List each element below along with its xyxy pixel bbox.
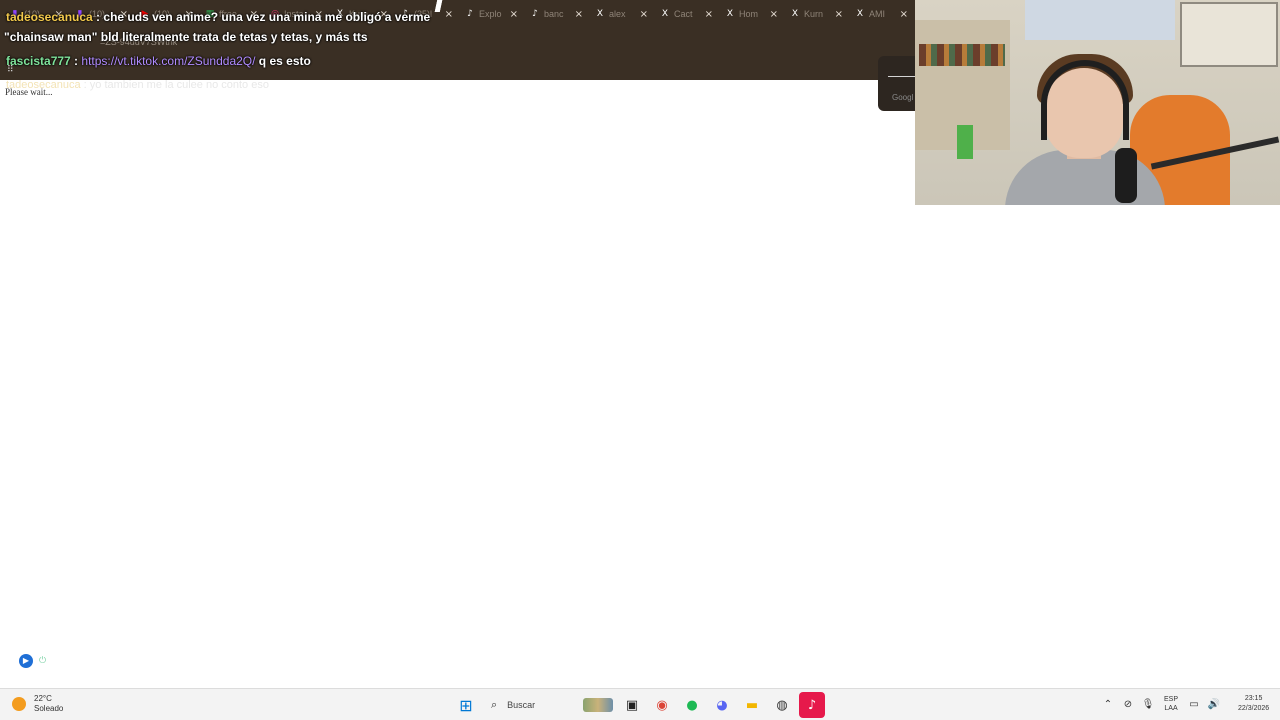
weather-desc: Soleado bbox=[34, 704, 64, 713]
close-icon[interactable]: × bbox=[770, 9, 778, 20]
tab-title: Kurn bbox=[804, 9, 824, 19]
discord-icon[interactable]: ◕ bbox=[709, 692, 735, 718]
browser-tab[interactable]: X Kurn × bbox=[784, 1, 849, 27]
chat-message: tadeosecanuca : che uds ven anime? una v… bbox=[6, 10, 431, 24]
grid-icon: ⠿ bbox=[7, 65, 14, 75]
file-explorer-icon[interactable]: ▬ bbox=[739, 692, 765, 718]
tiktok-icon: ♪ bbox=[532, 9, 538, 19]
tab-title: Explo bbox=[479, 9, 502, 19]
floating-widget-icon[interactable]: ▶ bbox=[19, 654, 33, 668]
mic-icon[interactable]: 🎙 bbox=[1138, 693, 1158, 715]
clock[interactable]: 23:15 22/3/2026 bbox=[1238, 694, 1269, 714]
tab-title: banc bbox=[544, 9, 564, 19]
shelf-items bbox=[919, 44, 1005, 66]
tab-title: Hom bbox=[739, 9, 759, 19]
clock-date: 22/3/2026 bbox=[1238, 705, 1270, 712]
display-icon[interactable]: ▭ bbox=[1184, 693, 1204, 715]
browser-tab[interactable]: X AMI × bbox=[849, 1, 914, 27]
tiktok-icon: ♪ bbox=[467, 9, 473, 19]
wall-frame bbox=[1180, 2, 1278, 67]
close-icon[interactable]: × bbox=[900, 9, 908, 20]
loading-text: Please wait... bbox=[5, 87, 53, 97]
wall-poster bbox=[1025, 0, 1175, 40]
side-popup[interactable]: Googl bbox=[878, 56, 918, 111]
windows-start-icon[interactable]: ⊞ bbox=[453, 692, 479, 718]
close-icon[interactable]: × bbox=[640, 9, 648, 20]
browser-tab[interactable]: X Hom × bbox=[719, 1, 784, 27]
headset bbox=[1041, 60, 1129, 140]
close-icon[interactable]: × bbox=[445, 9, 453, 20]
tab-title: alex bbox=[609, 9, 626, 19]
chat-link[interactable]: https://vt.tiktok.com/ZSundda2Q/ bbox=[81, 54, 255, 68]
popup-divider bbox=[888, 76, 916, 77]
close-icon[interactable]: × bbox=[835, 9, 843, 20]
creeper-figure bbox=[957, 125, 973, 159]
x-icon: X bbox=[726, 9, 734, 19]
chat-username: tadeosecanuca bbox=[6, 10, 93, 24]
x-icon: X bbox=[661, 9, 669, 19]
task-view-icon[interactable]: ▣ bbox=[619, 692, 645, 718]
search-label: Buscar bbox=[507, 700, 536, 710]
microphone bbox=[1115, 148, 1137, 203]
weather-widget[interactable]: 22°C Soleado bbox=[12, 694, 63, 714]
network-off-icon[interactable]: ⊘ bbox=[1118, 693, 1138, 715]
x-icon: X bbox=[596, 9, 604, 19]
obs-icon[interactable]: ◍ bbox=[769, 692, 795, 718]
webcam-feed bbox=[915, 0, 1280, 205]
browser-tab[interactable]: Xalex × bbox=[589, 1, 654, 27]
browser-tab[interactable]: ♪ Explo × bbox=[459, 1, 524, 27]
chat-text: che uds ven anime? una vez una mina me o… bbox=[103, 10, 431, 24]
taskbar-apps: ⊞ ⌕ Buscar ▣ ◉ ● ◕ ▬ ◍ ♪ bbox=[453, 692, 829, 718]
x-icon: X bbox=[856, 9, 864, 19]
tab-title: AMI bbox=[869, 9, 886, 19]
x-icon: X bbox=[791, 9, 799, 19]
close-icon[interactable]: × bbox=[705, 9, 713, 20]
browser-tab[interactable]: X Cact × bbox=[654, 1, 719, 27]
taskbar-search[interactable]: ⌕ Buscar bbox=[483, 692, 613, 718]
clock-time: 23:15 bbox=[1244, 695, 1263, 702]
chat-message: fascista777 : https://vt.tiktok.com/ZSun… bbox=[6, 54, 311, 68]
weather-temp: 22°C bbox=[34, 694, 52, 703]
close-icon[interactable]: × bbox=[510, 9, 518, 20]
popup-label: Googl bbox=[892, 93, 914, 102]
search-highlight-image bbox=[583, 698, 613, 712]
language-indicator[interactable]: ESP LAA bbox=[1164, 695, 1178, 713]
close-icon[interactable]: × bbox=[575, 9, 583, 20]
chat-message: "chainsaw man" bld literalmente trata de… bbox=[4, 30, 368, 44]
power-icon[interactable]: ⏻ bbox=[39, 656, 49, 666]
chat-text: "chainsaw man" bld literalmente trata de… bbox=[4, 30, 368, 44]
volume-icon[interactable]: 🔊 bbox=[1204, 693, 1224, 715]
sun-icon bbox=[12, 697, 26, 711]
chevron-up-icon[interactable]: ⌃ bbox=[1098, 693, 1118, 715]
system-tray: ⌃ ⊘ 🎙 ESP LAA ▭ 🔊 23:15 22/3/2026 bbox=[1098, 693, 1269, 715]
tiktok-app-icon[interactable]: ♪ bbox=[799, 692, 825, 718]
taskbar: 22°C Soleado ⊞ ⌕ Buscar ▣ ◉ ● ◕ ▬ ◍ ♪ ⌃ … bbox=[0, 688, 1280, 720]
chrome-icon[interactable]: ◉ bbox=[649, 692, 675, 718]
search-icon: ⌕ bbox=[491, 698, 498, 711]
tab-title: Cact bbox=[674, 9, 693, 19]
spotify-icon[interactable]: ● bbox=[679, 692, 705, 718]
browser-tab[interactable]: ♪ banc × bbox=[524, 1, 589, 27]
chat-text: q es esto bbox=[255, 54, 311, 68]
